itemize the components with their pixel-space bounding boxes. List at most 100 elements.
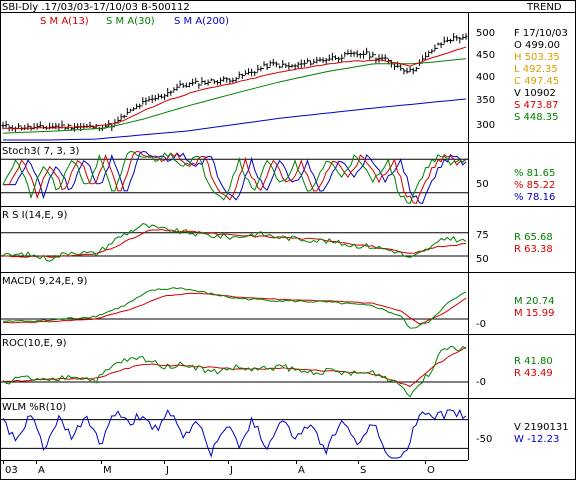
price-ohlc-bar <box>172 87 176 93</box>
trend-label: TREND <box>526 2 562 13</box>
price-ohlc-bar <box>368 51 372 60</box>
price-ytick-label: 400 <box>476 72 495 83</box>
price-ohlc-bar <box>256 64 260 74</box>
wlm-ytick-label: -50 <box>476 434 492 445</box>
price-ohlc-bar <box>231 77 235 83</box>
price-ytick-label: 300 <box>476 120 495 131</box>
price-ohlc-bar <box>281 60 285 68</box>
price-ohlc-bar <box>377 54 381 63</box>
macd-panel-title: MACD( 9,24,E, 9) <box>2 276 88 287</box>
x-tick-label: O <box>427 465 435 476</box>
price-ohlc-bar <box>166 88 170 97</box>
price-ohlc-bar <box>209 78 213 83</box>
sma30-line <box>2 58 467 134</box>
price-ohlc-bar <box>48 122 52 130</box>
price-ohlc-bar <box>461 34 465 40</box>
price-ohlc-bar <box>197 80 201 89</box>
rsi-ytick-label: 50 <box>476 254 489 265</box>
price-ohlc-bar <box>125 107 129 117</box>
price-ohlc-bar <box>26 123 30 131</box>
sma30-label: S M A(30) <box>106 16 155 27</box>
price-ohlc-bar <box>299 59 303 69</box>
price-ohlc-bar <box>141 97 145 107</box>
x-tick-label: A <box>298 465 305 476</box>
macd-stat-value: M 15.99 <box>514 308 554 319</box>
price-ohlc-bar <box>433 44 437 52</box>
x-tick-label: S <box>360 465 366 476</box>
price-ohlc-bar <box>436 42 440 49</box>
stoch-stat-value: % 85.22 <box>514 180 555 191</box>
price-ohlc-bar <box>371 51 375 58</box>
roc-ytick-label: -0 <box>476 377 486 388</box>
price-ohlc-bar <box>352 51 356 57</box>
price-ohlc-bar <box>35 122 39 130</box>
price-ohlc-bar <box>32 123 36 130</box>
price-ohlc-bar <box>17 123 20 129</box>
price-ohlc-bar <box>206 79 210 86</box>
price-ohlc-bar <box>402 68 406 75</box>
x-axis: 03 A M J J A S O <box>0 460 468 476</box>
price-stat-value: C 497.45 <box>514 76 559 87</box>
x-tick-label: M <box>103 465 112 476</box>
sma13-line <box>2 46 467 130</box>
roc-panel-title: ROC(10,E, 9) <box>2 338 67 349</box>
price-ohlc-bar <box>63 124 67 131</box>
price-ohlc-bar <box>191 78 195 86</box>
sma13-label: S M A(13) <box>40 16 89 27</box>
price-ohlc-bar <box>247 68 250 75</box>
price-ohlc-bar <box>330 52 334 61</box>
price-ohlc-bar <box>156 93 160 100</box>
price-ohlc-bar <box>309 60 313 66</box>
price-ohlc-bar <box>243 70 247 77</box>
stoch-stat-value: % 78.16 <box>514 192 555 203</box>
price-ohlc-bar <box>4 120 8 128</box>
price-ohlc-bar <box>265 63 269 70</box>
macd-stat-value: M 20.74 <box>514 296 554 307</box>
price-ohlc-bar <box>346 49 350 56</box>
wlm-stat-value: W -12.23 <box>514 434 559 445</box>
price-ohlc-bar <box>302 59 306 67</box>
price-ohlc-bar <box>414 66 418 72</box>
price-ohlc-bar <box>455 35 459 41</box>
price-ohlc-bar <box>219 77 222 85</box>
stoch-panel-title: Stoch3( 7, 3, 3) <box>2 146 79 157</box>
price-ohlc-bar <box>107 120 111 128</box>
rsi-stat-value: R 65.68 <box>514 232 553 243</box>
price-ohlc-bar <box>187 82 191 88</box>
price-ohlc-bar <box>362 50 365 59</box>
price-ohlc-bar <box>203 80 207 85</box>
price-ohlc-bar <box>340 54 344 63</box>
roc-stat-value: R 43.49 <box>514 368 553 379</box>
roc-stat-value: R 41.80 <box>514 356 553 367</box>
price-ohlc-bar <box>119 113 123 121</box>
price-ohlc-bar <box>253 71 257 77</box>
price-ohlc-bar <box>240 73 244 79</box>
price-ohlc-bar <box>262 61 266 69</box>
price-ohlc-bar <box>147 96 151 102</box>
price-ohlc-bar <box>212 79 216 85</box>
price-ohlc-bar <box>38 121 42 128</box>
price-ohlc-bar <box>215 80 219 86</box>
price-ohlc-bar <box>66 123 70 130</box>
price-ohlc-bar <box>312 58 316 65</box>
price-ohlc-bar <box>442 36 446 45</box>
technical-chart: SBI-Dly .17/03/03-17/10/03 B-500112 TREN… <box>0 0 576 480</box>
x-tick-label: J <box>229 465 233 476</box>
stoch-stat-value: % 81.65 <box>514 168 555 179</box>
price-ohlc-bar <box>135 103 139 110</box>
price-ohlc-bar <box>178 80 182 88</box>
x-tick-label: A <box>38 465 45 476</box>
price-ohlc-bar <box>284 63 288 68</box>
rsi-ytick-label: 75 <box>476 230 489 241</box>
price-ohlc-bar <box>290 64 294 68</box>
price-ohlc-bar <box>287 62 291 70</box>
sma200-line <box>3 98 467 141</box>
price-ohlc-bar <box>237 71 241 80</box>
price-ohlc-bar <box>169 90 173 96</box>
price-ohlc-bar <box>296 61 300 69</box>
wlm-wpr-line <box>2 408 467 459</box>
price-ohlc-bar <box>268 60 272 68</box>
price-ohlc-bar <box>85 123 89 128</box>
price-ohlc-bar <box>138 103 142 109</box>
price-stat-value: O 499.00 <box>514 40 560 51</box>
